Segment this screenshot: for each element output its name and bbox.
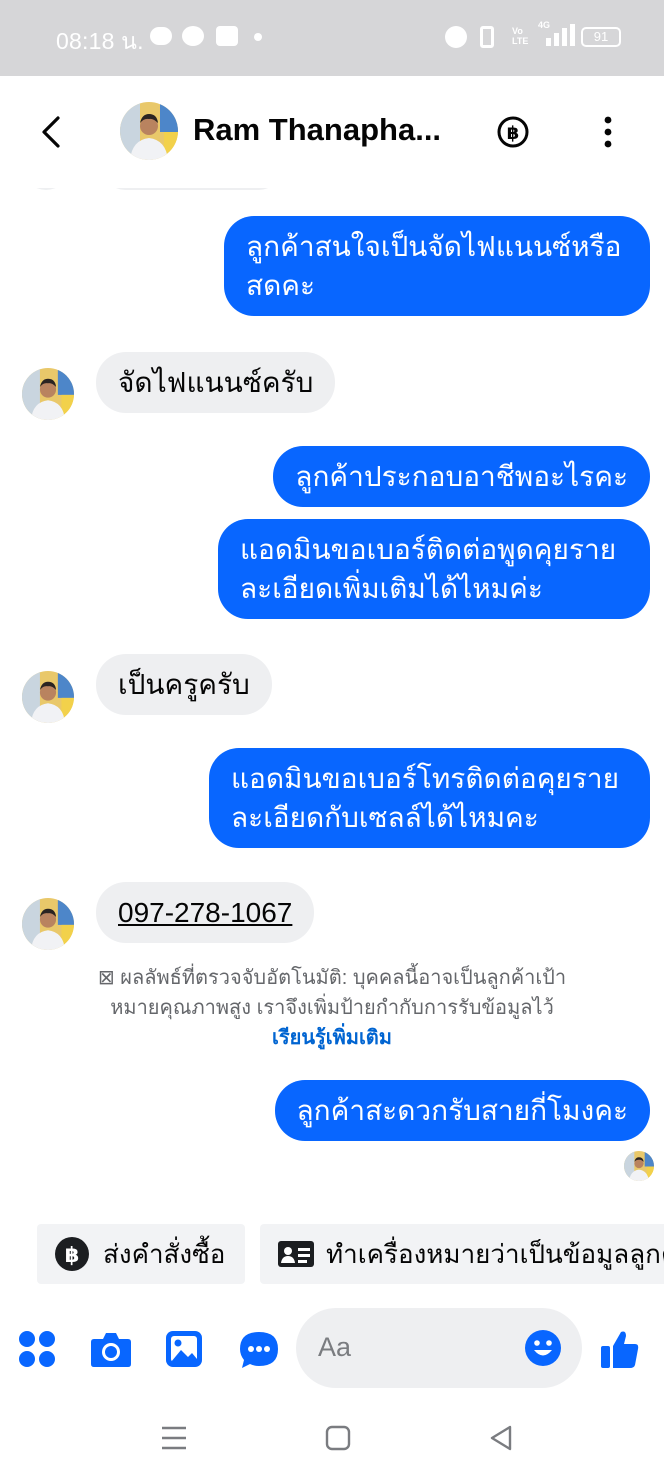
- message-text: แอดมินขอเบอร์โทรติดต่อคุยรายละเอียดกับเซ…: [231, 763, 620, 833]
- previous-sender-avatar: [24, 188, 68, 190]
- back-chevron-icon: [42, 116, 60, 148]
- message-text: จัดไฟแนนซ์ครับ: [118, 367, 314, 398]
- camera-icon: [91, 1333, 131, 1367]
- seen-indicator-avatar: [624, 1151, 654, 1181]
- message-text: แอดมินขอเบอร์ติดต่อพูดคุยรายละเอียดเพิ่ม…: [240, 534, 617, 604]
- message-bubble-incoming[interactable]: เป็นครูครับ: [96, 654, 272, 715]
- message-bubble-outgoing[interactable]: แอดมินขอเบอร์โทรติดต่อคุยรายละเอียดกับเซ…: [209, 748, 650, 848]
- message-bubble-incoming[interactable]: 097-278-1067: [96, 882, 315, 943]
- sender-avatar[interactable]: [22, 671, 74, 723]
- svg-text:฿: ฿: [65, 1243, 80, 1267]
- message-bubble-incoming[interactable]: จัดไฟแนนซ์ครับ: [96, 352, 336, 413]
- alarm-icon: [445, 26, 467, 48]
- sender-avatar[interactable]: [22, 368, 74, 420]
- quick-actions-bar: ฿ ส่งคำสั่งซื้อ ทำเครื่องหมายว่าเป็นข้อม…: [0, 1220, 664, 1290]
- message-composer: Aa: [0, 1300, 664, 1396]
- message-text: ลูกค้าสนใจเป็นจัดไฟแนนซ์หรือสดคะ: [246, 231, 622, 301]
- svg-text:฿: ฿: [507, 123, 520, 144]
- menu-dots-icon: [19, 1331, 55, 1367]
- mark-as-lead-chip[interactable]: ทำเครื่องหมายว่าเป็นข้อมูลลูกค้า: [260, 1224, 664, 1284]
- camera-button[interactable]: [90, 1330, 132, 1368]
- conversation-header: Ram Thanapha... ฿: [0, 76, 664, 188]
- notice-text: ผลลัพธ์ที่ตรวจจับอัตโนมัติ: บุคคลนี้อาจเ…: [110, 967, 567, 1019]
- more-actions-button[interactable]: [18, 1330, 56, 1368]
- back-button[interactable]: [30, 108, 74, 156]
- message-list[interactable]: ลูกค้าสนใจเป็นจัดไฟแนนซ์หรือสดคะ จัดไฟแน…: [0, 188, 664, 1220]
- phone-number-link[interactable]: 097-278-1067: [118, 897, 292, 928]
- chip-label: ทำเครื่องหมายว่าเป็นข้อมูลลูกค้า: [326, 1239, 664, 1269]
- back-triangle-icon: [490, 1425, 512, 1451]
- message-bubble-outgoing[interactable]: ลูกค้าสะดวกรับสายกี่โมงคะ: [274, 1080, 650, 1141]
- line-icon: [150, 27, 172, 45]
- like-icon: [601, 1331, 639, 1368]
- like-button[interactable]: [600, 1328, 640, 1370]
- message-text: ลูกค้าสะดวกรับสายกี่โมงคะ: [296, 1095, 628, 1126]
- network-label: 4G: [538, 20, 551, 30]
- message-bubble-outgoing[interactable]: แอดมินขอเบอร์ติดต่อพูดคุยรายละเอียดเพิ่ม…: [218, 519, 650, 619]
- recent-apps-button[interactable]: [158, 1422, 190, 1454]
- detection-icon: ⊠: [97, 967, 121, 989]
- message-bubble-outgoing[interactable]: ลูกค้าสนใจเป็นจัดไฟแนนซ์หรือสดคะ: [224, 216, 650, 316]
- messenger-icon: [182, 26, 204, 46]
- message-input[interactable]: Aa: [296, 1308, 582, 1388]
- home-square-icon: [325, 1425, 351, 1451]
- volte-icon: Vo LTE: [512, 26, 529, 46]
- vibrate-icon: [480, 26, 494, 48]
- recent-apps-icon: [162, 1426, 186, 1450]
- status-time: 08:18 น.: [56, 28, 144, 54]
- system-back-button[interactable]: [486, 1422, 518, 1454]
- home-button[interactable]: [322, 1422, 354, 1454]
- message-text: เป็นครูครับ: [118, 669, 250, 700]
- chat-extension-button[interactable]: [238, 1330, 280, 1370]
- contact-name[interactable]: Ram Thanapha...: [193, 112, 441, 148]
- payment-button[interactable]: ฿: [493, 112, 533, 152]
- chip-label: ส่งคำสั่งซื้อ: [103, 1239, 226, 1269]
- baht-circle-icon: ฿: [55, 1237, 89, 1271]
- chat-bubble-icon: [240, 1332, 278, 1368]
- more-options-button[interactable]: [588, 112, 628, 152]
- dot-icon: [254, 33, 262, 41]
- learn-more-link[interactable]: เรียนรู้เพิ่มเติม: [272, 1027, 392, 1049]
- contact-avatar[interactable]: [120, 102, 178, 160]
- status-bar: 08:18 น. Vo LTE 4G 91: [0, 0, 664, 76]
- gallery-button[interactable]: [165, 1330, 203, 1368]
- sender-avatar[interactable]: [22, 898, 74, 950]
- previous-message-bubble: [104, 188, 280, 190]
- battery-icon: 91: [581, 27, 621, 47]
- message-text: ลูกค้าประกอบอาชีพอะไรคะ: [295, 461, 628, 492]
- signal-4g-icon: 4G: [538, 20, 576, 46]
- message-input-placeholder: Aa: [318, 1332, 352, 1362]
- baht-icon: ฿: [497, 116, 529, 148]
- contact-card-icon: [278, 1241, 314, 1267]
- auto-detection-notice: ⊠ ผลลัพธ์ที่ตรวจจับอัตโนมัติ: บุคคลนี้อา…: [90, 963, 574, 1053]
- gallery-icon: [166, 1331, 202, 1367]
- message-bubble-outgoing[interactable]: ลูกค้าประกอบอาชีพอะไรคะ: [273, 446, 650, 507]
- gmail-icon: [216, 26, 238, 46]
- system-nav-bar: [0, 1396, 664, 1480]
- emoji-icon: [525, 1330, 561, 1366]
- more-vertical-icon: [604, 116, 612, 148]
- send-order-chip[interactable]: ฿ ส่งคำสั่งซื้อ: [37, 1224, 245, 1284]
- emoji-button[interactable]: [524, 1329, 562, 1367]
